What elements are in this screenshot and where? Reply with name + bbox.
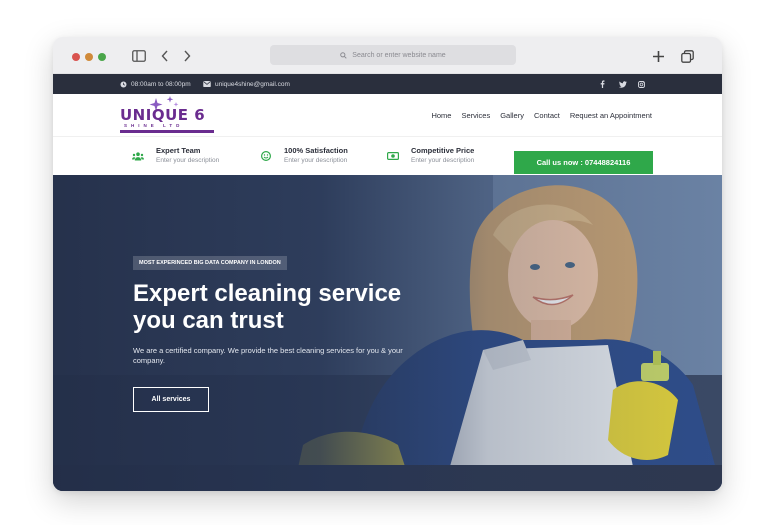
opening-hours: 08:00am to 08:00pm xyxy=(120,74,191,94)
feature-desc: Enter your description xyxy=(284,157,348,164)
call-us-button[interactable]: Call us now : 07448824116 xyxy=(514,151,653,174)
feature-title: Expert Team xyxy=(156,146,201,155)
brand-logo[interactable]: UNIQUE 6 SHINE LTD xyxy=(120,96,218,134)
hero-headline-line-1: Expert cleaning service xyxy=(133,280,402,307)
search-icon xyxy=(340,51,347,59)
facebook-icon[interactable] xyxy=(600,74,605,94)
site-navbar: UNIQUE 6 SHINE LTD Home Services Gallery… xyxy=(53,94,722,136)
hero-headline-line-2: you can trust xyxy=(133,307,284,334)
main-menu: Home Services Gallery Contact Request an… xyxy=(431,94,652,136)
site-topbar: 08:00am to 08:00pm unique4shine@gmail.co… xyxy=(53,74,722,94)
back-icon[interactable] xyxy=(159,46,171,66)
tabs-overview-icon[interactable] xyxy=(680,46,694,66)
close-window-button[interactable] xyxy=(72,53,80,61)
mail-icon xyxy=(203,81,211,87)
nav-item-home[interactable]: Home xyxy=(431,111,451,120)
new-tab-icon[interactable] xyxy=(651,46,665,66)
hero-badge: MOST EXPERINCED BIG DATA COMPANY IN LOND… xyxy=(133,256,287,270)
hero-description: We are a certified company. We provide t… xyxy=(133,346,403,365)
nav-item-contact[interactable]: Contact xyxy=(534,111,560,120)
sidebar-toggle-icon[interactable] xyxy=(131,46,147,66)
forward-icon[interactable] xyxy=(181,46,193,66)
hours-text: 08:00am to 08:00pm xyxy=(131,80,191,88)
instagram-icon[interactable] xyxy=(638,74,645,94)
contact-email[interactable]: unique4shine@gmail.com xyxy=(203,74,290,94)
hero-headline: Expert cleaning service you can trust xyxy=(133,280,463,334)
feature-title: Competitive Price xyxy=(411,146,475,155)
minimize-window-button[interactable] xyxy=(85,53,93,61)
nav-item-request-appointment[interactable]: Request an Appointment xyxy=(570,111,652,120)
browser-toolbar: Search or enter website name xyxy=(53,37,722,74)
logo-wordmark: UNIQUE 6 xyxy=(120,106,206,124)
all-services-button[interactable]: All services xyxy=(133,387,209,412)
logo-subtitle: SHINE LTD xyxy=(124,123,184,128)
feature-desc: Enter your description xyxy=(156,157,220,164)
maximize-window-button[interactable] xyxy=(98,53,106,61)
address-placeholder: Search or enter website name xyxy=(352,51,446,59)
team-icon xyxy=(132,150,144,162)
feature-title: 100% Satisfaction xyxy=(284,146,348,155)
nav-item-gallery[interactable]: Gallery xyxy=(500,111,524,120)
money-icon xyxy=(387,150,399,162)
smile-icon xyxy=(260,150,272,162)
browser-window: Search or enter website name 08:00am to … xyxy=(53,37,722,491)
nav-item-services[interactable]: Services xyxy=(461,111,490,120)
clock-icon xyxy=(120,80,127,88)
address-bar[interactable]: Search or enter website name xyxy=(270,45,516,65)
email-text: unique4shine@gmail.com xyxy=(215,80,290,88)
logo-underline xyxy=(120,130,214,133)
twitter-icon[interactable] xyxy=(619,74,627,94)
feature-desc: Enter your description xyxy=(411,157,475,164)
